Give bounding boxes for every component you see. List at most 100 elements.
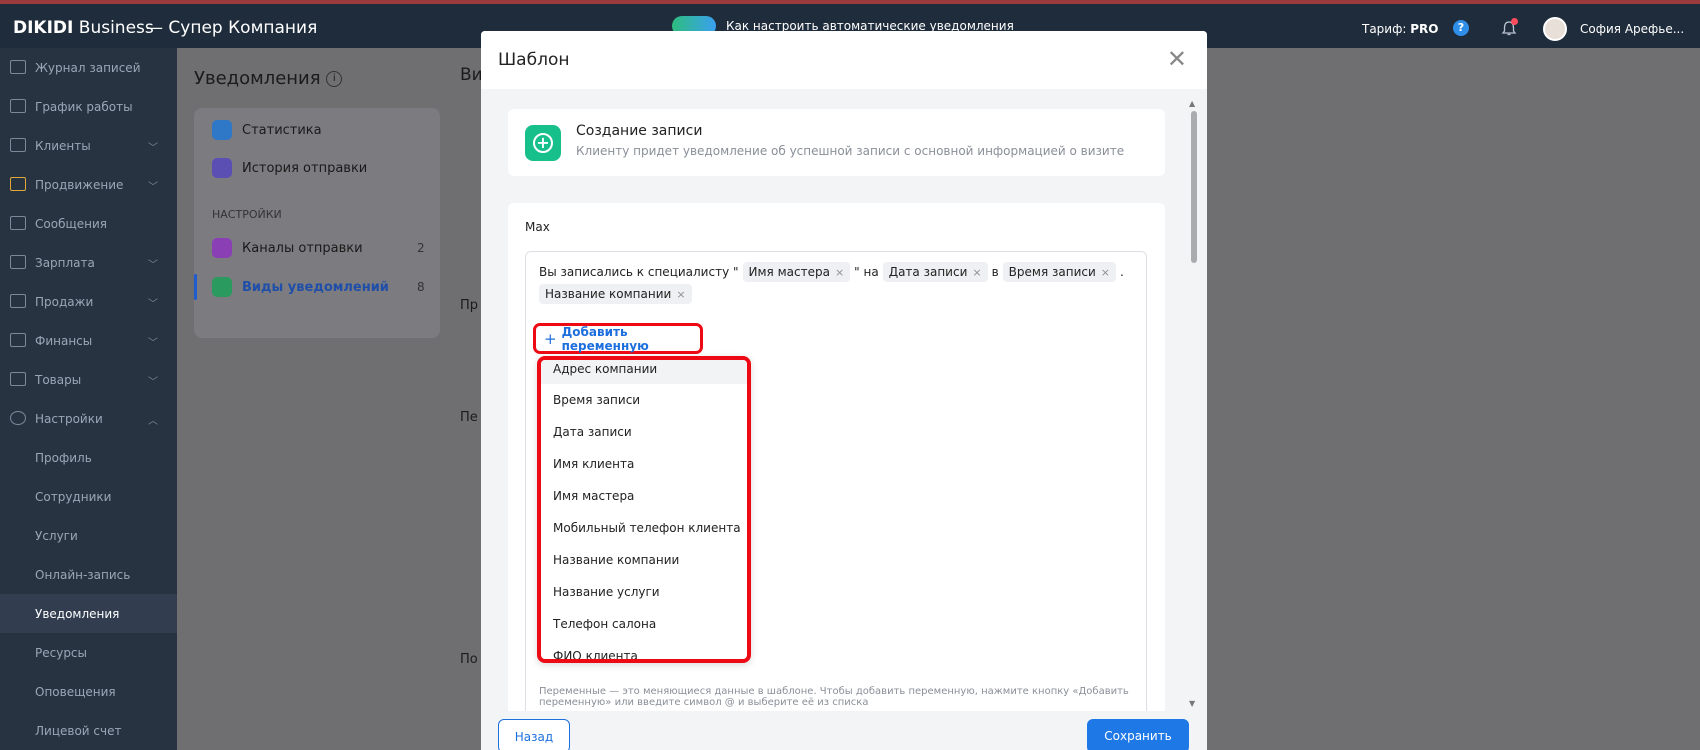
scroll-thumb[interactable]: [1191, 111, 1197, 263]
tariff-label[interactable]: Тариф: PRO: [1362, 22, 1438, 36]
sidebar-item-settings[interactable]: Настройки ︿: [0, 399, 177, 438]
menu-item-channels[interactable]: Каналы отправки: [242, 241, 363, 256]
back-button[interactable]: Назад: [498, 719, 570, 750]
remove-icon[interactable]: ×: [1101, 266, 1110, 279]
finance-icon: [10, 333, 26, 347]
template-editor[interactable]: Вы записались к специалисту " Имя мастер…: [525, 251, 1147, 750]
scroll-up-icon[interactable]: ▲: [1189, 99, 1195, 108]
section-heading: Ви: [460, 65, 483, 85]
calendar-icon: [10, 99, 26, 113]
variable-option[interactable]: ФИО клиента: [541, 640, 747, 659]
add-variable-button[interactable]: + Добавить переменную: [533, 323, 703, 354]
sidebar-item-label: Зарплата: [35, 255, 95, 270]
variable-chip-date[interactable]: Дата записи ×: [882, 262, 988, 282]
sidebar-item-schedule[interactable]: График работы: [0, 87, 177, 126]
avatar[interactable]: [1543, 17, 1567, 41]
sidebar-item-salary[interactable]: Зарплата ﹀: [0, 243, 177, 282]
sales-icon: [10, 294, 26, 308]
template-text: " на: [854, 265, 879, 279]
tariff-value: PRO: [1410, 22, 1439, 36]
sidebar-item-label: Журнал записей: [35, 60, 141, 75]
remove-icon[interactable]: ×: [676, 288, 685, 301]
active-indicator: [194, 274, 197, 300]
salary-icon: [10, 255, 26, 269]
plus-icon: +: [544, 329, 557, 348]
sidebar-item-messages[interactable]: Сообщения: [0, 204, 177, 243]
template-line: Название компании ×: [539, 284, 692, 304]
brand-suffix: Business: [73, 18, 154, 38]
chip-label: Имя мастера: [748, 265, 830, 279]
sidebar-item-label: Финансы: [35, 333, 93, 348]
section-heading: Пе: [460, 410, 478, 425]
chevron-down-icon: ﹀: [148, 377, 158, 388]
rocket-icon: [10, 177, 26, 191]
scroll-down-icon[interactable]: ▼: [1189, 699, 1195, 708]
close-icon[interactable]: ✕: [1167, 45, 1187, 73]
modal-title: Шаблон: [498, 50, 570, 70]
variable-option[interactable]: Название услуги: [541, 576, 747, 608]
notification-type-title: Создание записи: [576, 123, 703, 139]
sidebar-item-finance[interactable]: Финансы ﹀: [0, 321, 177, 360]
journal-icon: [10, 60, 26, 74]
variable-chip-company[interactable]: Название компании ×: [539, 284, 692, 304]
brand-logo[interactable]: DIKIDI Business: [13, 18, 154, 38]
brand-name: DIKIDI: [13, 18, 74, 38]
sidebar-item-goods[interactable]: Товары ﹀: [0, 360, 177, 399]
variable-option[interactable]: Мобильный телефон клиента: [541, 512, 747, 544]
sidebar-item-label: Продажи: [35, 294, 94, 309]
save-button[interactable]: Сохранить: [1087, 719, 1189, 750]
modal-header: Шаблон ✕: [481, 31, 1207, 89]
sidebar-item-label: Клиенты: [35, 138, 91, 153]
sidebar-item-sales[interactable]: Продажи ﹀: [0, 282, 177, 321]
kinds-count: 8: [417, 280, 425, 294]
user-name[interactable]: София Арефье...: [1580, 22, 1684, 36]
sidebar-item-label: График работы: [35, 99, 133, 114]
variable-chip-time[interactable]: Время записи ×: [1002, 262, 1116, 282]
template-editor-card: Max Вы записались к специалисту " Имя ма…: [508, 203, 1165, 750]
sidebar-sub-services[interactable]: Услуги: [0, 516, 177, 555]
notification-badge: [1511, 18, 1518, 25]
info-icon[interactable]: i: [326, 71, 343, 87]
sidebar-item-journal[interactable]: Журнал записей: [0, 48, 177, 87]
sidebar-sub-online-booking[interactable]: Онлайн-запись: [0, 555, 177, 594]
variable-option[interactable]: Дата записи: [541, 416, 747, 448]
sidebar-item-label: Сообщения: [35, 216, 108, 231]
history-icon: [212, 158, 232, 178]
variable-option[interactable]: Телефон салона: [541, 608, 747, 640]
menu-item-history[interactable]: История отправки: [242, 161, 367, 176]
variable-option[interactable]: Имя клиента: [541, 448, 747, 480]
chevron-down-icon: ﹀: [148, 182, 158, 193]
modal-scrollbar[interactable]: ▲ ▼: [1189, 99, 1199, 711]
chevron-down-icon: ﹀: [148, 299, 158, 310]
sidebar: Журнал записей График работы Клиенты ﹀ Пр…: [0, 48, 177, 750]
sidebar-sub-resources[interactable]: Ресурсы: [0, 633, 177, 672]
sidebar-item-clients[interactable]: Клиенты ﹀: [0, 126, 177, 165]
menu-item-kinds[interactable]: Виды уведомлений: [242, 280, 389, 295]
sidebar-sub-notifications[interactable]: Уведомления: [0, 594, 177, 633]
variable-option[interactable]: Название компании: [541, 544, 747, 576]
chip-label: Название компании: [545, 287, 672, 301]
remove-icon[interactable]: ×: [835, 266, 844, 279]
variable-chip-master[interactable]: Имя мастера ×: [742, 262, 851, 282]
sidebar-item-promotion[interactable]: Продвижение ﹀: [0, 165, 177, 204]
template-modal: Шаблон ✕ + Создание записи Клиенту приде…: [481, 31, 1207, 750]
variables-hint: Переменные — это меняющиеся данные в шаб…: [539, 686, 1129, 708]
template-line: Вы записались к специалисту " Имя мастер…: [539, 262, 1124, 282]
variable-option[interactable]: Имя мастера: [541, 480, 747, 512]
variable-option[interactable]: Время записи: [541, 384, 747, 416]
modal-footer: Назад Сохранить: [481, 711, 1207, 750]
variable-option[interactable]: Адрес компании: [541, 360, 747, 384]
sidebar-sub-alerts[interactable]: Оповещения: [0, 672, 177, 711]
sidebar-sub-staff[interactable]: Сотрудники: [0, 477, 177, 516]
company-name[interactable]: — Супер Компания: [146, 18, 317, 38]
add-variable-label: Добавить переменную: [561, 324, 649, 353]
remove-icon[interactable]: ×: [972, 266, 981, 279]
chevron-down-icon: ﹀: [148, 260, 158, 271]
plus-circle-icon: +: [533, 133, 553, 153]
menu-item-stats[interactable]: Статистика: [242, 123, 322, 138]
settings-icon: [10, 411, 26, 425]
help-icon[interactable]: ?: [1453, 20, 1469, 36]
chevron-down-icon: ﹀: [148, 143, 158, 154]
sidebar-sub-account[interactable]: Лицевой счет: [0, 711, 177, 750]
sidebar-sub-profile[interactable]: Профиль: [0, 438, 177, 477]
